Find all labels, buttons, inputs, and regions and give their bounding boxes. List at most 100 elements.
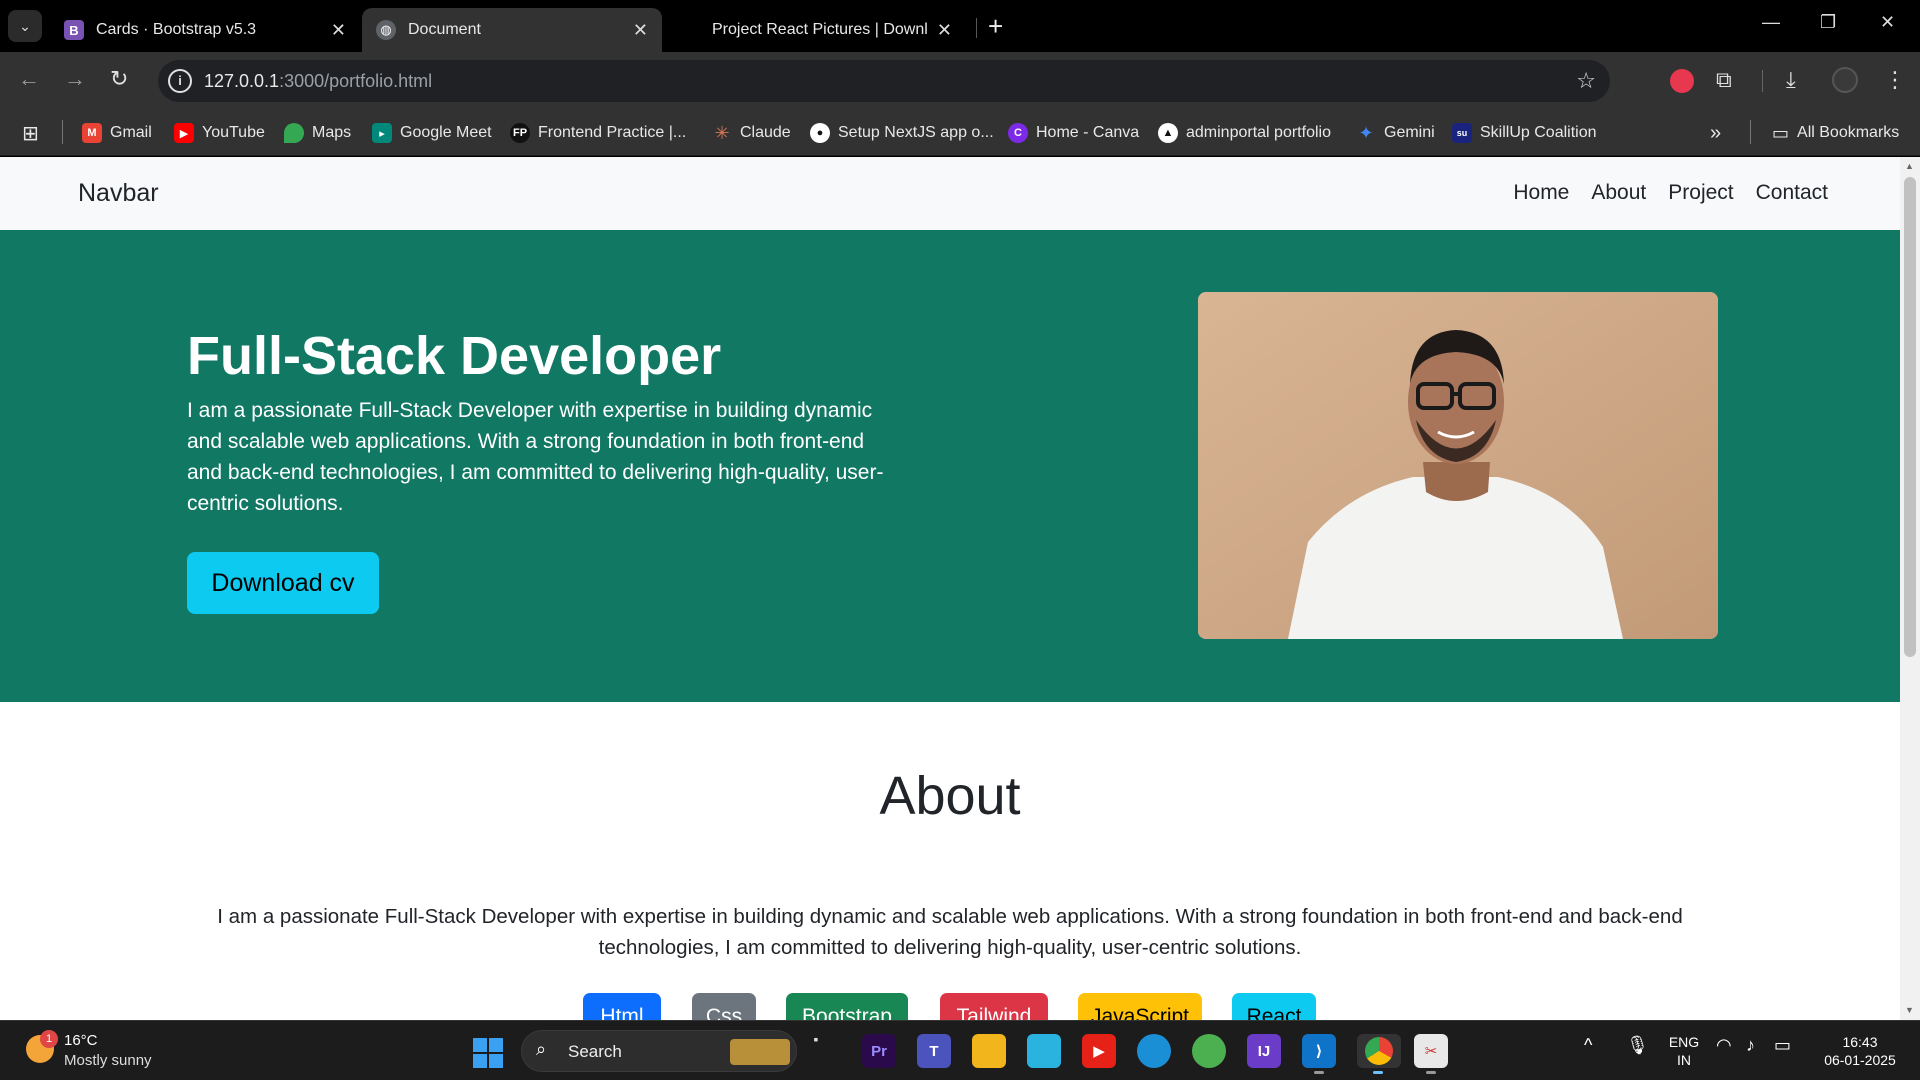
vscode-icon[interactable]: ⟩	[1302, 1034, 1336, 1074]
reload-icon[interactable]: ↻	[110, 66, 128, 92]
snipping-tool-icon[interactable]: ✂	[1414, 1034, 1448, 1074]
profile-avatar[interactable]	[1832, 67, 1858, 93]
all-bookmarks-button[interactable]: ▭ All Bookmarks	[1772, 118, 1899, 148]
volume-icon[interactable]: ♪	[1746, 1035, 1755, 1056]
nav-link-project[interactable]: Project	[1668, 181, 1733, 205]
back-icon[interactable]: ←	[18, 66, 40, 92]
address-bar[interactable]: i 127.0.0.1:3000/portfolio.html ☆	[158, 60, 1610, 102]
weather-temperature[interactable]: 16°C	[64, 1032, 98, 1049]
bookmark-youtube[interactable]: ▶ YouTube	[174, 118, 265, 148]
download-icon[interactable]: ⤓	[1786, 66, 1796, 94]
clock[interactable]: 16:43 06-01-2025	[1812, 1033, 1908, 1069]
weather-notification-badge: 1	[40, 1030, 58, 1048]
battery-icon[interactable]: ▭	[1774, 1035, 1791, 1056]
teams-icon[interactable]: T	[917, 1034, 951, 1068]
input-language-indicator[interactable]: ENG IN	[1666, 1033, 1702, 1069]
claude-icon: ✳	[714, 122, 730, 143]
bookmark-google-meet[interactable]: ▸ Google Meet	[372, 118, 492, 148]
tab-document[interactable]: ◍ Document ✕	[362, 8, 662, 52]
apps-grid-icon[interactable]: ⊞	[22, 118, 39, 148]
tab-separator	[976, 18, 977, 38]
restore-icon[interactable]: ❐	[1820, 12, 1836, 33]
windows-taskbar: 1 16°C Mostly sunny ⌕ Search ▪ Pr T ▶ IJ…	[0, 1020, 1920, 1080]
skill-badge-bootstrap[interactable]: Bootstrap	[786, 993, 908, 1020]
skill-badge-javascript[interactable]: JavaScript	[1078, 993, 1202, 1020]
skill-badge-react[interactable]: React	[1232, 993, 1316, 1020]
chrome-icon[interactable]	[1357, 1034, 1401, 1074]
wifi-icon[interactable]: ◠	[1716, 1035, 1732, 1056]
tab-project-react[interactable]: Project React Pictures | Downlo ✕	[698, 8, 966, 52]
new-tab-button[interactable]: +	[988, 12, 1003, 40]
forward-icon[interactable]: →	[64, 66, 86, 92]
scrollbar-thumb[interactable]	[1904, 177, 1916, 657]
menu-icon[interactable]: ⋮	[1884, 66, 1906, 94]
bookmark-frontend-practice[interactable]: FP Frontend Practice |...	[510, 118, 686, 148]
youtube-app-icon[interactable]: ▶	[1082, 1034, 1116, 1068]
bookmark-setup-nextjs[interactable]: ● Setup NextJS app o...	[810, 118, 994, 148]
bookmark-separator	[1750, 120, 1751, 144]
skill-badge-html[interactable]: Html	[583, 993, 661, 1020]
maps-icon	[284, 123, 304, 143]
task-view-icon[interactable]: ▪	[806, 1029, 826, 1049]
bookmark-canva[interactable]: C Home - Canva	[1008, 118, 1139, 148]
premiere-pro-icon[interactable]: Pr	[862, 1034, 896, 1068]
nav-link-contact[interactable]: Contact	[1756, 181, 1828, 205]
close-icon[interactable]: ✕	[633, 20, 648, 41]
about-description: I am a passionate Full-Stack Developer w…	[217, 905, 1683, 959]
hero-description: I am a passionate Full-Stack Developer w…	[187, 399, 884, 515]
copilot-icon[interactable]	[1027, 1034, 1061, 1068]
navbar-brand[interactable]: Navbar	[78, 179, 159, 208]
tab-bootstrap-cards[interactable]: B Cards · Bootstrap v5.3 ✕	[50, 8, 360, 52]
microphone-icon[interactable]: 🎙︎	[1626, 1035, 1649, 1056]
window-close-icon[interactable]: ✕	[1880, 12, 1895, 33]
tab-search-button[interactable]: ⌄	[8, 10, 42, 42]
scroll-down-icon[interactable]: ▼	[1905, 1005, 1914, 1015]
chrome-logo	[1365, 1037, 1393, 1065]
weather-description[interactable]: Mostly sunny	[64, 1052, 152, 1069]
bookmark-gmail[interactable]: M Gmail	[82, 118, 152, 148]
meet-icon: ▸	[372, 123, 392, 143]
extensions-puzzle-icon[interactable]: ⧉	[1716, 66, 1732, 94]
taskbar-search[interactable]: ⌕ Search	[521, 1030, 797, 1072]
intellij-icon[interactable]: IJ	[1247, 1034, 1281, 1068]
vercel-icon: ▲	[1158, 123, 1178, 143]
minimize-icon[interactable]: —	[1762, 12, 1780, 33]
more-bookmarks-chevron-icon[interactable]: »	[1710, 118, 1721, 148]
skill-badge-tailwind[interactable]: Tailwind	[940, 993, 1048, 1020]
windows-start-icon[interactable]	[473, 1038, 503, 1068]
site-navbar: Navbar Home About Project Contact	[0, 157, 1900, 230]
download-cv-button[interactable]: Download cv	[187, 552, 379, 614]
bookmark-claude[interactable]: ✳ Claude	[712, 118, 790, 148]
bookmark-adminportal[interactable]: ▲ adminportal portfolio	[1158, 118, 1331, 148]
site-info-icon[interactable]: i	[168, 69, 192, 93]
skill-badge-css[interactable]: Css	[692, 993, 756, 1020]
scroll-up-icon[interactable]: ▲	[1905, 161, 1914, 171]
nav-link-about[interactable]: About	[1591, 181, 1646, 205]
close-icon[interactable]: ✕	[937, 20, 952, 41]
bookmark-skillup[interactable]: su SkillUp Coalition	[1452, 118, 1597, 148]
browser-toolbar: ← → ↻ i 127.0.0.1:3000/portfolio.html ☆ …	[0, 52, 1920, 110]
bookmark-maps[interactable]: Maps	[284, 118, 351, 148]
nav-link-home[interactable]: Home	[1513, 181, 1569, 205]
chevron-down-icon: ⌄	[19, 17, 31, 34]
bookmark-star-icon[interactable]: ☆	[1576, 68, 1596, 94]
navbar-links: Home About Project Contact	[1513, 181, 1828, 205]
edge-icon[interactable]	[1137, 1034, 1171, 1068]
profile-photo	[1198, 292, 1718, 639]
search-highlight-image	[730, 1039, 790, 1065]
toolbar-separator	[1762, 70, 1763, 92]
url-text[interactable]: 127.0.0.1:3000/portfolio.html	[204, 71, 432, 92]
fp-icon: FP	[510, 123, 530, 143]
youtube-icon: ▶	[174, 123, 194, 143]
close-icon[interactable]: ✕	[331, 20, 346, 41]
hero-title: Full-Stack Developer	[187, 326, 722, 386]
extension-red-icon[interactable]	[1670, 69, 1694, 93]
spring-tool-icon[interactable]	[1192, 1034, 1226, 1068]
search-icon: ⌕	[536, 1039, 547, 1059]
show-hidden-icons-chevron-icon[interactable]: ^	[1584, 1035, 1592, 1056]
file-explorer-icon[interactable]	[972, 1034, 1006, 1068]
page-scrollbar[interactable]: ▲ ▼	[1900, 157, 1920, 1020]
gemini-icon: ✦	[1358, 122, 1374, 143]
bookmark-gemini[interactable]: ✦ Gemini	[1356, 118, 1434, 148]
bookmarks-bar: ⊞ M Gmail ▶ YouTube Maps ▸ Google Meet FP Fr…	[0, 110, 1920, 156]
